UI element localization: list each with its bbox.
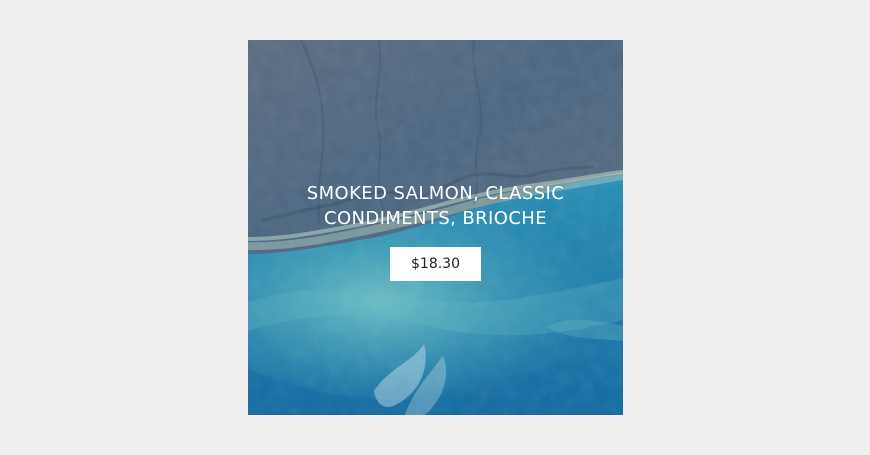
product-title: SMOKED SALMON, CLASSIC CONDIMENTS, BRIOC… (248, 181, 623, 231)
product-card[interactable]: SMOKED SALMON, CLASSIC CONDIMENTS, BRIOC… (248, 40, 623, 415)
product-overlay: SMOKED SALMON, CLASSIC CONDIMENTS, BRIOC… (248, 40, 623, 415)
page-canvas: SMOKED SALMON, CLASSIC CONDIMENTS, BRIOC… (0, 0, 870, 455)
product-title-line-2: CONDIMENTS, BRIOCHE (323, 208, 547, 229)
product-title-line-1: SMOKED SALMON, CLASSIC (306, 183, 565, 204)
price-button[interactable]: $18.30 (390, 247, 481, 281)
